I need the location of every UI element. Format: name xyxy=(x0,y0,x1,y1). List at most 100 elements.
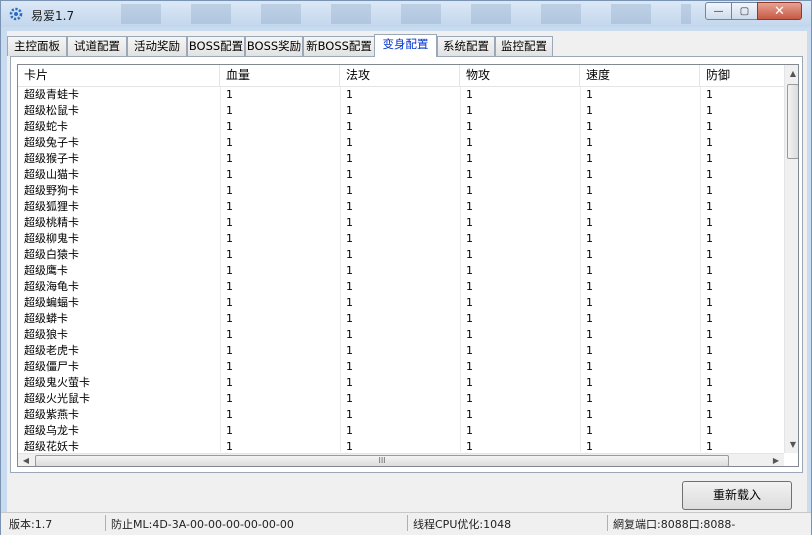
cell-magic-attack: 1 xyxy=(346,232,353,245)
cell-magic-attack: 1 xyxy=(346,296,353,309)
tab-trial-config[interactable]: 试道配置 xyxy=(67,36,127,56)
cell-card: 超级白猿卡 xyxy=(24,248,79,261)
scroll-up-icon[interactable]: ▲ xyxy=(785,65,798,82)
tab-system-config[interactable]: 系统配置 xyxy=(437,36,495,56)
vertical-scroll-thumb[interactable] xyxy=(787,84,798,159)
cell-speed: 1 xyxy=(586,312,593,325)
column-header-magic-attack[interactable]: 法攻 xyxy=(340,65,460,86)
cell-physical-attack: 1 xyxy=(466,120,473,133)
cell-magic-attack: 1 xyxy=(346,88,353,101)
cell-card: 超级老虎卡 xyxy=(24,344,79,357)
table-row[interactable]: 超级猴子卡 1 1 1 1 1 xyxy=(18,151,798,167)
cell-speed: 1 xyxy=(586,328,593,341)
tab-transform-config[interactable]: 变身配置 xyxy=(374,34,437,57)
table-row[interactable]: 超级狼卡 1 1 1 1 1 xyxy=(18,327,798,343)
column-header-hp[interactable]: 血量 xyxy=(220,65,340,86)
column-header-speed[interactable]: 速度 xyxy=(580,65,700,86)
table-row[interactable]: 超级野狗卡 1 1 1 1 1 xyxy=(18,183,798,199)
cell-hp: 1 xyxy=(226,104,233,117)
table-row[interactable]: 超级松鼠卡 1 1 1 1 1 xyxy=(18,103,798,119)
table-row[interactable]: 超级狐狸卡 1 1 1 1 1 xyxy=(18,199,798,215)
table-row[interactable]: 超级山猫卡 1 1 1 1 1 xyxy=(18,167,798,183)
cell-physical-attack: 1 xyxy=(466,280,473,293)
cell-magic-attack: 1 xyxy=(346,360,353,373)
cell-speed: 1 xyxy=(586,168,593,181)
close-button[interactable]: ✕ xyxy=(757,2,802,20)
table-row[interactable]: 超级鹰卡 1 1 1 1 1 xyxy=(18,263,798,279)
minimize-button[interactable]: — xyxy=(705,2,732,20)
cell-speed: 1 xyxy=(586,344,593,357)
cell-hp: 1 xyxy=(226,440,233,453)
scroll-right-icon[interactable]: ▶ xyxy=(768,454,784,466)
cell-defense: 1 xyxy=(706,360,713,373)
status-divider xyxy=(607,515,608,531)
tab-boss-config[interactable]: BOSS配置 xyxy=(187,36,245,56)
cell-hp: 1 xyxy=(226,408,233,421)
cell-hp: 1 xyxy=(226,248,233,261)
cell-magic-attack: 1 xyxy=(346,328,353,341)
cell-defense: 1 xyxy=(706,152,713,165)
tab-event-rewards[interactable]: 活动奖励 xyxy=(127,36,187,56)
column-header-defense[interactable]: 防御 xyxy=(700,65,784,86)
transform-card-table[interactable]: 卡片 血量 法攻 物攻 速度 防御 超级青蛙卡 1 1 1 1 1 超级松鼠卡 1 1 1 1 1 超级… xyxy=(17,64,799,467)
cell-defense: 1 xyxy=(706,280,713,293)
tab-monitor-config[interactable]: 监控配置 xyxy=(495,36,553,56)
cell-card: 超级僵尸卡 xyxy=(24,360,79,373)
table-row[interactable]: 超级火光鼠卡 1 1 1 1 1 xyxy=(18,391,798,407)
status-version: 版本:1.7 xyxy=(9,518,53,531)
cell-physical-attack: 1 xyxy=(466,344,473,357)
cell-card: 超级乌龙卡 xyxy=(24,424,79,437)
status-thread: 线程CPU优化:1048 xyxy=(413,518,512,531)
status-divider xyxy=(105,515,106,531)
table-row[interactable]: 超级柳鬼卡 1 1 1 1 1 xyxy=(18,231,798,247)
table-row[interactable]: 超级僵尸卡 1 1 1 1 1 xyxy=(18,359,798,375)
vertical-scrollbar[interactable]: ▲ ▼ xyxy=(784,65,798,453)
table-row[interactable]: 超级青蛙卡 1 1 1 1 1 xyxy=(18,87,798,103)
table-row[interactable]: 超级乌龙卡 1 1 1 1 1 xyxy=(18,423,798,439)
table-row[interactable]: 超级紫燕卡 1 1 1 1 1 xyxy=(18,407,798,423)
cell-hp: 1 xyxy=(226,264,233,277)
table-row[interactable]: 超级老虎卡 1 1 1 1 1 xyxy=(18,343,798,359)
cell-physical-attack: 1 xyxy=(466,184,473,197)
cell-physical-attack: 1 xyxy=(466,328,473,341)
column-header-physical-attack[interactable]: 物攻 xyxy=(460,65,580,86)
cell-speed: 1 xyxy=(586,360,593,373)
scroll-down-icon[interactable]: ▼ xyxy=(785,436,798,453)
cell-defense: 1 xyxy=(706,168,713,181)
cell-speed: 1 xyxy=(586,88,593,101)
cell-defense: 1 xyxy=(706,216,713,229)
tab-boss-rewards[interactable]: BOSS奖励 xyxy=(245,36,303,56)
cell-card: 超级鹰卡 xyxy=(24,264,68,277)
table-row[interactable]: 超级蝙蝠卡 1 1 1 1 1 xyxy=(18,295,798,311)
table-row[interactable]: 超级蟒卡 1 1 1 1 1 xyxy=(18,311,798,327)
cell-physical-attack: 1 xyxy=(466,312,473,325)
table-row[interactable]: 超级兔子卡 1 1 1 1 1 xyxy=(18,135,798,151)
scroll-left-icon[interactable]: ◀ xyxy=(18,454,34,466)
reload-button[interactable]: 重新载入 xyxy=(682,481,792,510)
cell-defense: 1 xyxy=(706,264,713,277)
cell-defense: 1 xyxy=(706,248,713,261)
cell-physical-attack: 1 xyxy=(466,88,473,101)
table-row[interactable]: 超级桃精卡 1 1 1 1 1 xyxy=(18,215,798,231)
cell-defense: 1 xyxy=(706,344,713,357)
table-row[interactable]: 超级蛇卡 1 1 1 1 1 xyxy=(18,119,798,135)
cell-physical-attack: 1 xyxy=(466,168,473,181)
tab-new-boss-config[interactable]: 新BOSS配置 xyxy=(303,36,375,56)
cell-speed: 1 xyxy=(586,136,593,149)
cell-hp: 1 xyxy=(226,216,233,229)
horizontal-scrollbar[interactable]: ◀ III ▶ xyxy=(18,453,784,466)
cell-physical-attack: 1 xyxy=(466,392,473,405)
title-bar[interactable]: 易爱1.7 — ▢ ✕ xyxy=(1,1,811,27)
horizontal-scroll-thumb[interactable]: III xyxy=(35,455,729,466)
tab-main-panel[interactable]: 主控面板 xyxy=(7,36,67,56)
table-row[interactable]: 超级花妖卡 1 1 1 1 1 xyxy=(18,439,798,453)
cell-physical-attack: 1 xyxy=(466,136,473,149)
column-header-card[interactable]: 卡片 xyxy=(18,65,220,86)
cell-magic-attack: 1 xyxy=(346,104,353,117)
status-port: 網复端口:8088口:8088- xyxy=(613,518,736,531)
table-row[interactable]: 超级鬼火萤卡 1 1 1 1 1 xyxy=(18,375,798,391)
cell-physical-attack: 1 xyxy=(466,152,473,165)
table-row[interactable]: 超级海龟卡 1 1 1 1 1 xyxy=(18,279,798,295)
table-row[interactable]: 超级白猿卡 1 1 1 1 1 xyxy=(18,247,798,263)
maximize-button[interactable]: ▢ xyxy=(731,2,758,20)
